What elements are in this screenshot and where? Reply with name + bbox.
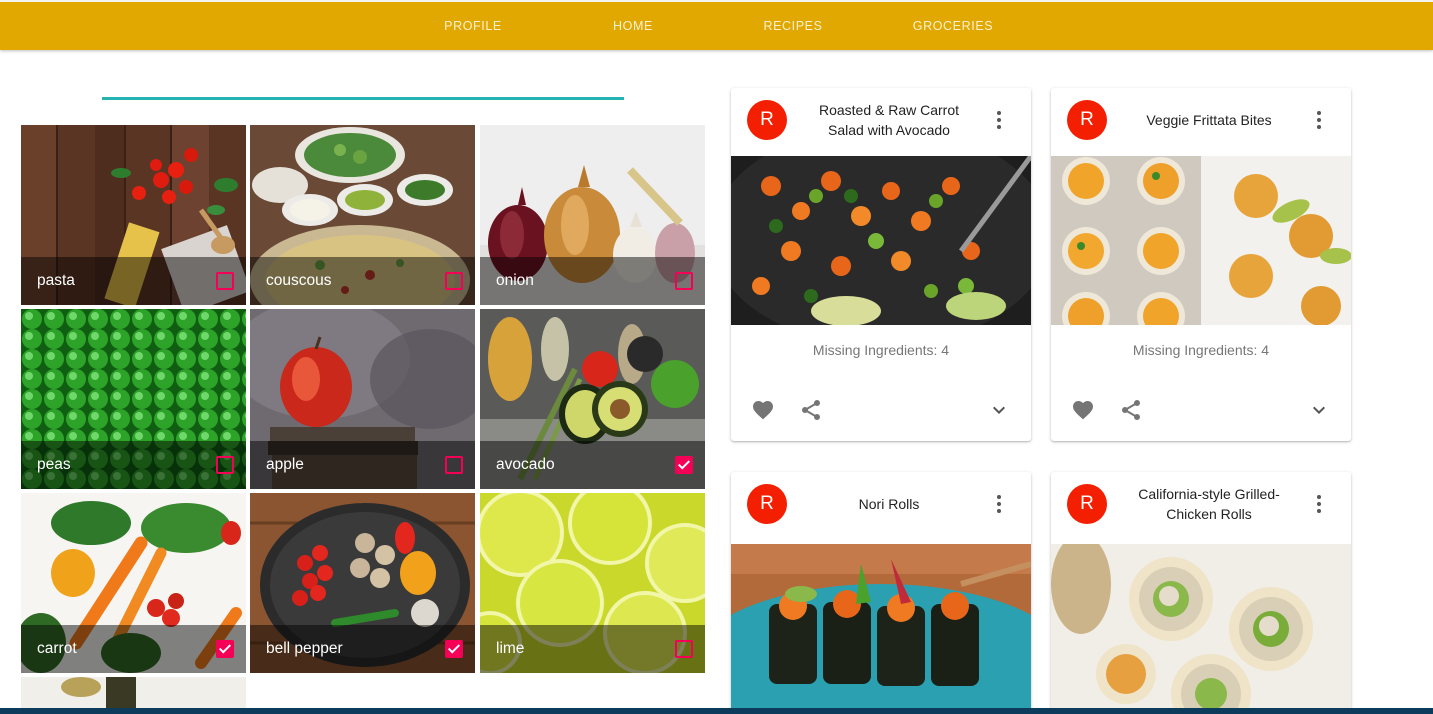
recipe-avatar: R (747, 100, 787, 140)
ingredient-checkbox[interactable] (216, 640, 234, 658)
recipe-image (731, 544, 1031, 714)
missing-ingredients: Missing Ingredients: 4 (812, 342, 950, 358)
ingredient-label: avocado (496, 456, 555, 473)
ingredient-tile-lime[interactable]: lime (480, 493, 705, 673)
recipe-title: California-style Grilled-Chicken Rolls (1138, 486, 1280, 522)
missing-ingredients: Missing Ingredients: 4 (1132, 342, 1270, 358)
recipe-title: Veggie Frittata Bites (1146, 112, 1272, 128)
heart-icon[interactable] (751, 398, 775, 422)
heart-icon[interactable] (1071, 398, 1095, 422)
recipe-image (1051, 544, 1351, 714)
recipe-title: Nori Rolls (858, 496, 920, 512)
recipe-avatar: R (1067, 484, 1107, 524)
ingredient-label: onion (496, 272, 534, 289)
recipe-card[interactable]: R Veggie Frittata Bites Missing Ingredie… (1051, 88, 1351, 441)
ingredient-checkbox[interactable] (675, 272, 693, 290)
heading-underline (102, 97, 624, 100)
ingredient-tile-onion[interactable]: onion (480, 125, 705, 305)
ingredient-label: bell pepper (266, 640, 343, 657)
more-vert-icon[interactable] (987, 108, 1011, 132)
ingredient-tile-couscous[interactable]: couscous (250, 125, 475, 305)
ingredient-checkbox[interactable] (445, 640, 463, 658)
nav-profile[interactable]: PROFILE (393, 2, 553, 50)
nav-home[interactable]: HOME (553, 2, 713, 50)
ingredient-label: apple (266, 456, 304, 473)
recipe-avatar: R (1067, 100, 1107, 140)
nav-recipes[interactable]: RECIPES (713, 2, 873, 50)
ingredient-label: carrot (37, 640, 77, 657)
ingredient-label: lime (496, 640, 525, 657)
ingredient-checkbox[interactable] (216, 456, 234, 474)
ingredient-tile-peas[interactable]: peas (21, 309, 246, 489)
ingredient-label: couscous (266, 272, 332, 289)
ingredient-checkbox[interactable] (445, 456, 463, 474)
ingredient-label: peas (37, 456, 71, 473)
recipe-image (1051, 156, 1351, 325)
recipe-card[interactable]: R California-style Grilled-Chicken Rolls (1051, 472, 1351, 714)
nav-groceries[interactable]: GROCERIES (873, 2, 1033, 50)
recipe-card[interactable]: R Roasted & Raw Carrot Salad with Avocad… (731, 88, 1031, 441)
more-vert-icon[interactable] (1307, 108, 1331, 132)
ingredient-tile-pasta[interactable]: pasta (21, 125, 246, 305)
ingredient-checkbox[interactable] (675, 640, 693, 658)
ingredient-checkbox[interactable] (445, 272, 463, 290)
chevron-down-icon[interactable] (987, 398, 1011, 422)
share-icon[interactable] (1119, 398, 1143, 422)
window-bottom-edge (0, 708, 1433, 714)
ingredient-tile-avocado[interactable]: avocado (480, 309, 705, 489)
ingredient-tile-apple[interactable]: apple (250, 309, 475, 489)
more-vert-icon[interactable] (987, 492, 1011, 516)
ingredient-label: pasta (37, 272, 75, 289)
top-nav-bar: PROFILE HOME RECIPES GROCERIES (0, 0, 1433, 50)
more-vert-icon[interactable] (1307, 492, 1331, 516)
recipe-title: Roasted & Raw Carrot Salad with Avocado (818, 102, 960, 138)
ingredient-tile-carrot[interactable]: carrot (21, 493, 246, 673)
recipe-avatar: R (747, 484, 787, 524)
ingredient-checkbox[interactable] (675, 456, 693, 474)
share-icon[interactable] (799, 398, 823, 422)
chevron-down-icon[interactable] (1307, 398, 1331, 422)
ingredient-checkbox[interactable] (216, 272, 234, 290)
recipe-card[interactable]: R Nori Rolls (731, 472, 1031, 714)
recipe-image (731, 156, 1031, 325)
ingredient-tile-bell-pepper[interactable]: bell pepper (250, 493, 475, 673)
